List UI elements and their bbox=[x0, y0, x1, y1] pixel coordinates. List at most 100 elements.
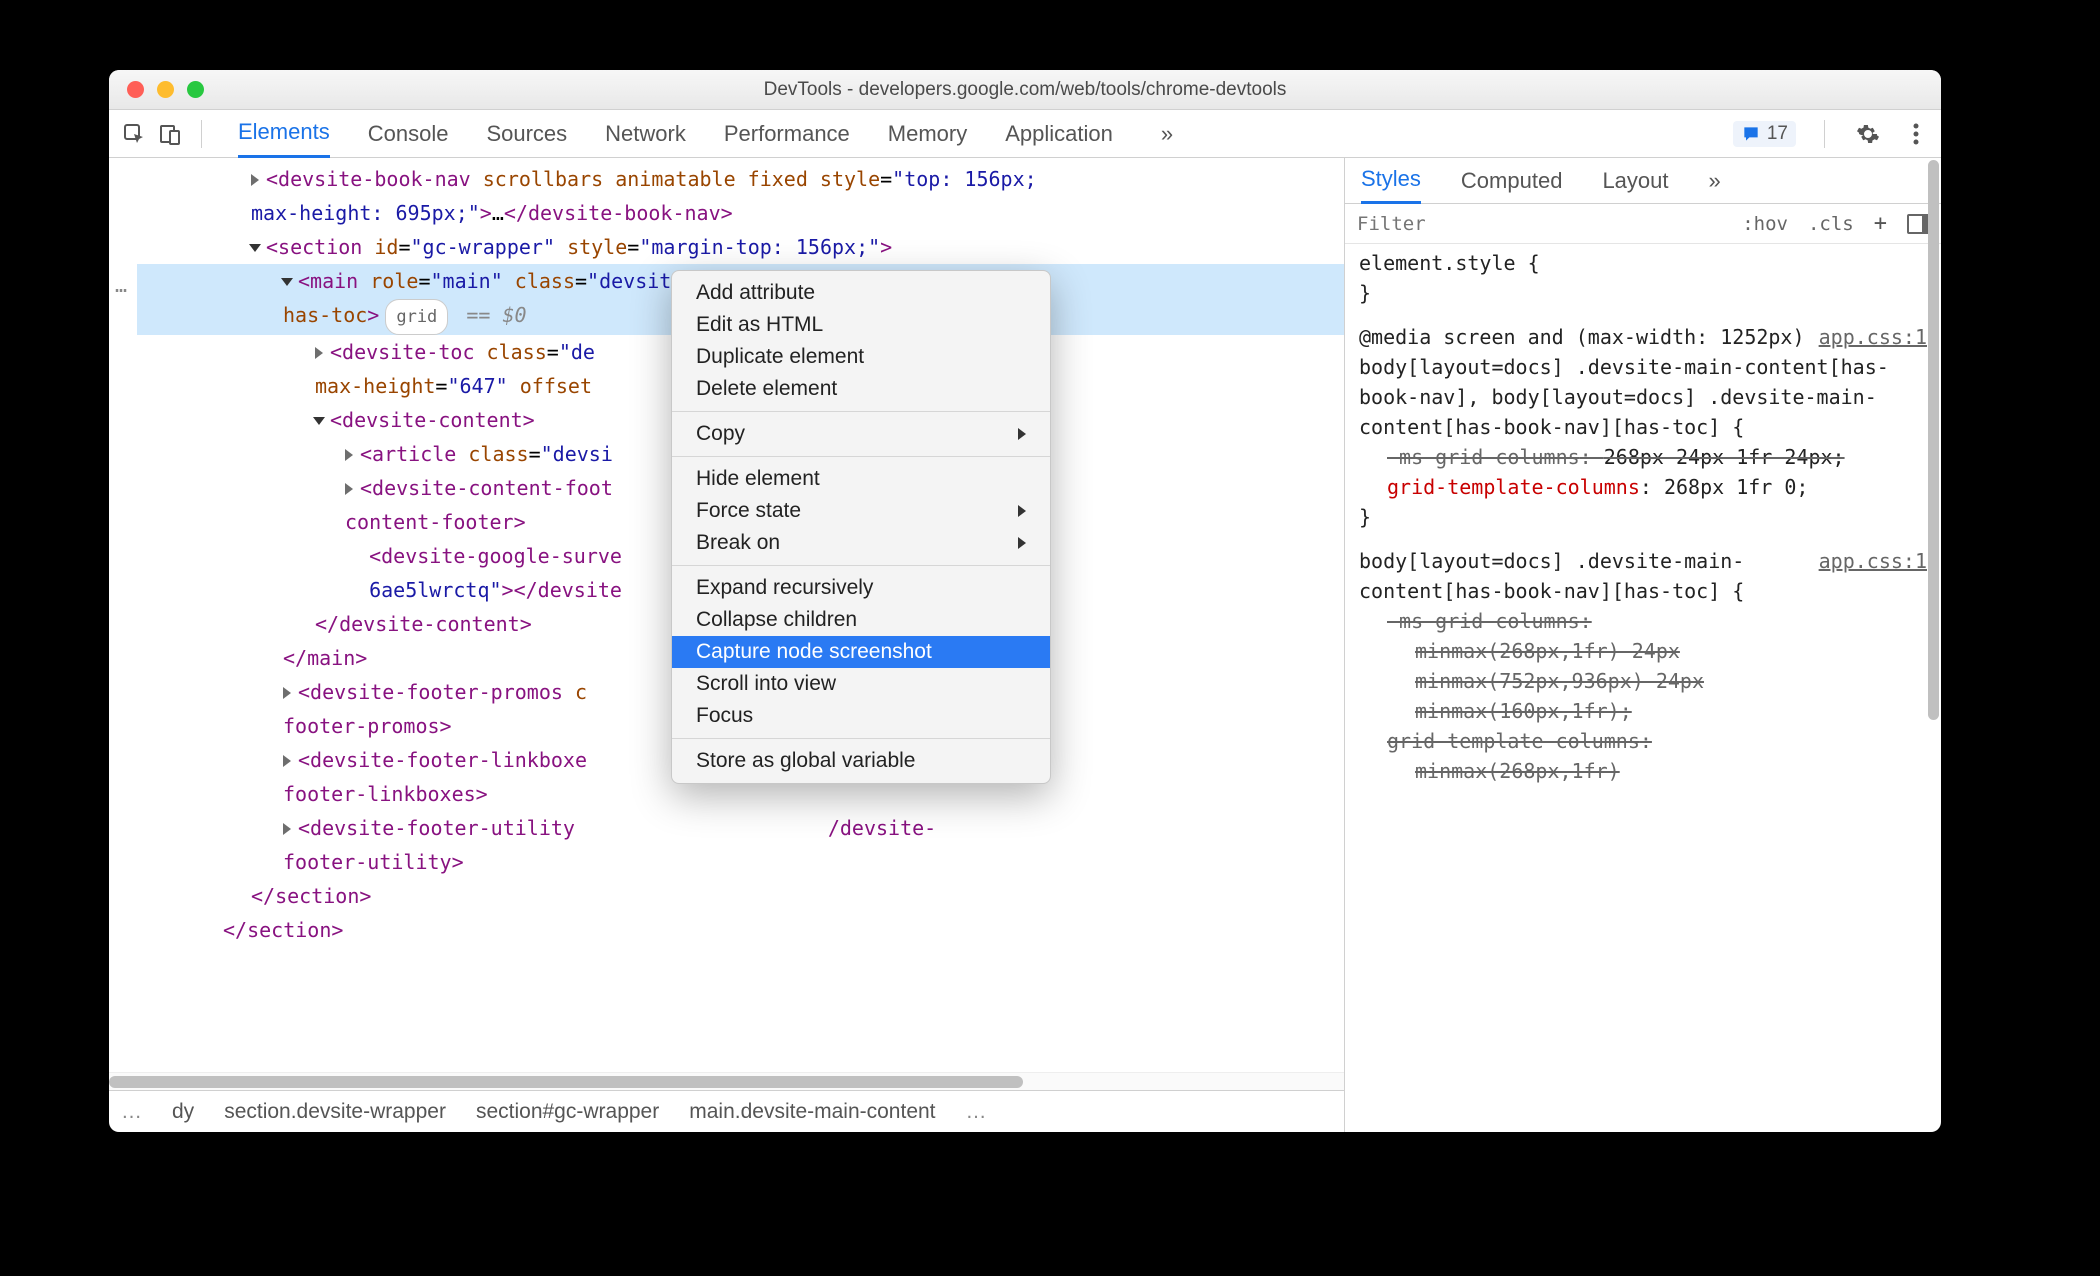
menu-separator bbox=[672, 565, 1050, 566]
dom-node[interactable]: </section> bbox=[137, 913, 1344, 947]
toolbar-right: 17 bbox=[1733, 119, 1931, 149]
dom-node[interactable]: <section id="gc-wrapper" style="margin-t… bbox=[137, 230, 1344, 264]
style-declaration[interactable]: -ms-grid-columns: bbox=[1359, 606, 1927, 636]
style-rule[interactable]: app.css:1 @media screen and (max-width: … bbox=[1359, 322, 1927, 532]
disclosure-icon[interactable] bbox=[345, 483, 353, 495]
menu-capture-node-screenshot[interactable]: Capture node screenshot bbox=[672, 636, 1050, 668]
vertical-scrollbar[interactable] bbox=[1928, 160, 1939, 720]
issues-badge[interactable]: 17 bbox=[1733, 121, 1796, 147]
menu-separator bbox=[672, 411, 1050, 412]
panel-tabs: Elements Console Sources Network Perform… bbox=[238, 110, 1727, 158]
grid-badge[interactable]: grid bbox=[385, 299, 448, 335]
tab-memory[interactable]: Memory bbox=[888, 110, 967, 158]
more-menu-icon[interactable] bbox=[1901, 119, 1931, 149]
menu-delete-element[interactable]: Delete element bbox=[672, 373, 1050, 405]
menu-focus[interactable]: Focus bbox=[672, 700, 1050, 732]
menu-scroll-into-view[interactable]: Scroll into view bbox=[672, 668, 1050, 700]
window-title: DevTools - developers.google.com/web/too… bbox=[109, 79, 1941, 101]
layout-tab[interactable]: Layout bbox=[1602, 168, 1668, 194]
menu-add-attribute[interactable]: Add attribute bbox=[672, 277, 1050, 309]
menu-expand-recursively[interactable]: Expand recursively bbox=[672, 572, 1050, 604]
toolbar-separator bbox=[201, 120, 202, 148]
dom-node-cont[interactable]: footer-utility> bbox=[137, 845, 1344, 879]
menu-collapse-children[interactable]: Collapse children bbox=[672, 604, 1050, 636]
menu-edit-as-html[interactable]: Edit as HTML bbox=[672, 309, 1050, 341]
close-button[interactable] bbox=[127, 81, 144, 98]
breadcrumb: … dy section.devsite-wrapper section#gc-… bbox=[109, 1090, 1344, 1132]
cls-toggle[interactable]: .cls bbox=[1798, 213, 1864, 235]
rule-selector: body[layout=docs] .devsite-main-content[… bbox=[1359, 352, 1927, 442]
titlebar: DevTools - developers.google.com/web/too… bbox=[109, 70, 1941, 110]
gutter-more-icon[interactable]: … bbox=[115, 268, 129, 302]
traffic-lights bbox=[127, 81, 204, 98]
styles-tabs: Styles Computed Layout » bbox=[1345, 158, 1941, 204]
dom-node[interactable]: <devsite-book-nav scrollbars animatable … bbox=[137, 162, 1344, 196]
disclosure-icon[interactable] bbox=[283, 823, 291, 835]
crumb-overflow-left[interactable]: … bbox=[121, 1100, 142, 1124]
tab-performance[interactable]: Performance bbox=[724, 110, 850, 158]
dom-node[interactable]: </section> bbox=[137, 879, 1344, 913]
styles-overflow[interactable]: » bbox=[1709, 168, 1721, 194]
disclosure-icon[interactable] bbox=[251, 174, 259, 186]
new-rule-button[interactable]: + bbox=[1864, 211, 1897, 236]
styles-tab[interactable]: Styles bbox=[1361, 158, 1421, 204]
device-toggle-icon[interactable] bbox=[155, 119, 185, 149]
style-declaration-cont[interactable]: minmax(268px,1fr) bbox=[1359, 756, 1927, 786]
disclosure-icon[interactable] bbox=[345, 449, 353, 461]
source-link[interactable]: app.css:1 bbox=[1819, 322, 1927, 352]
style-rule[interactable]: app.css:1 body[layout=docs] .devsite-mai… bbox=[1359, 546, 1927, 786]
style-declaration-cont[interactable]: minmax(268px,1fr) 24px bbox=[1359, 636, 1927, 666]
horizontal-scrollbar[interactable] bbox=[109, 1072, 1344, 1090]
tab-network[interactable]: Network bbox=[605, 110, 686, 158]
disclosure-icon[interactable] bbox=[313, 417, 325, 425]
crumb-item[interactable]: main.devsite-main-content bbox=[689, 1100, 935, 1124]
styles-pane: Styles Computed Layout » :hov .cls + ele… bbox=[1345, 158, 1941, 1132]
minimize-button[interactable] bbox=[157, 81, 174, 98]
computed-tab[interactable]: Computed bbox=[1461, 168, 1563, 194]
devtools-window: DevTools - developers.google.com/web/too… bbox=[109, 70, 1941, 1132]
disclosure-icon[interactable] bbox=[249, 244, 261, 252]
style-declaration[interactable]: grid-template-columns: bbox=[1359, 726, 1927, 756]
tab-application[interactable]: Application bbox=[1005, 110, 1113, 158]
dom-node[interactable]: <devsite-footer-utility vvvvvvvvvvvvvvvv… bbox=[137, 811, 1344, 845]
zoom-button[interactable] bbox=[187, 81, 204, 98]
style-declaration-cont[interactable]: minmax(160px,1fr); bbox=[1359, 696, 1927, 726]
menu-break-on[interactable]: Break on bbox=[672, 527, 1050, 559]
toolbar-separator bbox=[1824, 120, 1825, 148]
tab-elements[interactable]: Elements bbox=[238, 110, 330, 158]
tab-console[interactable]: Console bbox=[368, 110, 449, 158]
disclosure-icon[interactable] bbox=[281, 278, 293, 286]
crumb-item[interactable]: section#gc-wrapper bbox=[476, 1100, 659, 1124]
crumb-overflow-right[interactable]: … bbox=[966, 1100, 987, 1124]
styles-filter-row: :hov .cls + bbox=[1345, 204, 1941, 244]
main-toolbar: Elements Console Sources Network Perform… bbox=[109, 110, 1941, 158]
crumb-item[interactable]: dy bbox=[172, 1100, 194, 1124]
crumb-item[interactable]: section.devsite-wrapper bbox=[224, 1100, 446, 1124]
tab-sources[interactable]: Sources bbox=[486, 110, 567, 158]
styles-rules[interactable]: element.style { } app.css:1 @media scree… bbox=[1345, 244, 1941, 1132]
menu-store-global[interactable]: Store as global variable bbox=[672, 745, 1050, 777]
disclosure-icon[interactable] bbox=[283, 687, 291, 699]
source-link[interactable]: app.css:1 bbox=[1819, 546, 1927, 576]
style-declaration-cont[interactable]: minmax(752px,936px) 24px bbox=[1359, 666, 1927, 696]
style-declaration[interactable]: -ms-grid-columns: 268px 24px 1fr 24px; bbox=[1359, 442, 1927, 472]
settings-icon[interactable] bbox=[1853, 119, 1883, 149]
issues-count: 17 bbox=[1767, 123, 1788, 145]
inspect-icon[interactable] bbox=[119, 119, 149, 149]
message-icon bbox=[1741, 124, 1761, 144]
style-declaration[interactable]: grid-template-columns: 268px 1fr 0; bbox=[1359, 472, 1927, 502]
disclosure-icon[interactable] bbox=[315, 347, 323, 359]
menu-duplicate-element[interactable]: Duplicate element bbox=[672, 341, 1050, 373]
style-rule[interactable]: element.style { } bbox=[1359, 248, 1927, 308]
menu-copy[interactable]: Copy bbox=[672, 418, 1050, 450]
menu-force-state[interactable]: Force state bbox=[672, 495, 1050, 527]
hov-toggle[interactable]: :hov bbox=[1732, 213, 1798, 235]
disclosure-icon[interactable] bbox=[283, 755, 291, 767]
menu-separator bbox=[672, 456, 1050, 457]
menu-separator bbox=[672, 738, 1050, 739]
scrollbar-thumb[interactable] bbox=[109, 1076, 1023, 1088]
menu-hide-element[interactable]: Hide element bbox=[672, 463, 1050, 495]
tab-overflow[interactable]: » bbox=[1151, 110, 1183, 158]
dom-node-cont[interactable]: max-height: 695px;">…</devsite-book-nav> bbox=[137, 196, 1344, 230]
styles-filter-input[interactable] bbox=[1345, 213, 1732, 235]
